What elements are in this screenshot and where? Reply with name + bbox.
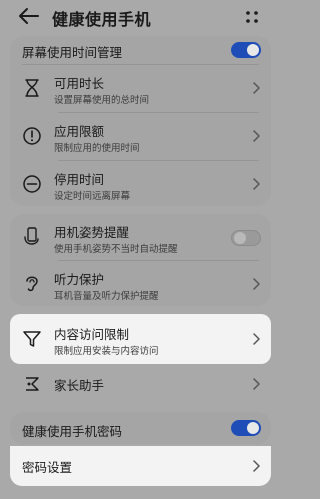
app-limit-desc: 限制应用的使用时间 [54,143,140,154]
chevron-right-icon [253,82,260,94]
hearing-desc: 耳机音量及听力保护提醒 [54,291,159,302]
reminders-card: 用机姿势提醒 使用手机姿势不当时自动提醒 听力保护 耳机音量及听力保护提醒 [10,214,271,306]
chevron-right-icon [253,130,260,142]
phone-hand-icon [24,227,39,245]
hearing-label: 听力保护 [54,272,105,287]
ear-icon [26,276,38,292]
downtime-item[interactable]: 停用时间 设定时间远离屏幕 [10,161,271,206]
content-restriction-label: 内容访问限制 [54,327,130,342]
available-time-label: 可用时长 [54,76,105,91]
chevron-right-icon [253,378,260,390]
filter-icon [23,331,41,347]
password-toggle-card: 健康使用手机密码 [10,412,271,444]
minus-circle-icon [23,175,41,193]
toggle-knob [247,44,259,56]
posture-desc: 使用手机姿势不当时自动提醒 [54,244,178,255]
password-settings-label: 密码设置 [22,460,73,475]
screen-time-toggle[interactable] [231,42,261,58]
posture-toggle[interactable] [231,230,261,246]
parent-assistant-item[interactable]: 家长助手 [10,366,271,402]
downtime-label: 停用时间 [54,172,105,187]
parent-assistant-label: 家长助手 [54,378,105,393]
parent-assistant-icon [26,377,39,391]
chevron-right-icon [253,278,260,290]
content-restriction-card[interactable]: 内容访问限制 限制应用安装与内容访问 [10,314,271,364]
toggle-knob [234,232,246,244]
app-limit-item[interactable]: 应用限额 限制应用的使用时间 [10,113,271,159]
screen-time-card: 屏幕使用时间管理 可用时长 设置屏幕使用的总时间 应用限额 限制应用的使用时间 … [10,36,271,206]
top-bar: 健康使用手机 [0,0,281,34]
chevron-right-icon [253,178,260,190]
posture-label: 用机姿势提醒 [54,225,130,240]
more-dots-icon[interactable] [243,8,261,26]
available-time-desc: 设置屏幕使用的总时间 [54,95,150,106]
chevron-right-icon [253,460,260,472]
available-time-item[interactable]: 可用时长 设置屏幕使用的总时间 [10,65,271,111]
page-title: 健康使用手机 [52,10,152,29]
app-limit-label: 应用限额 [54,124,105,139]
chevron-right-icon [253,333,260,345]
exclamation-circle-icon [23,127,41,145]
posture-reminder-item[interactable]: 用机姿势提醒 使用手机姿势不当时自动提醒 [10,214,271,260]
hourglass-icon [25,79,39,97]
toggle-knob [247,422,259,434]
password-toggle[interactable] [231,420,261,436]
downtime-desc: 设定时间远离屏幕 [54,191,131,202]
screen-time-label: 屏幕使用时间管理 [22,45,123,60]
content-restriction-desc: 限制应用安装与内容访问 [54,346,159,357]
back-arrow-icon[interactable] [18,7,40,25]
screen-time-toggle-row[interactable]: 屏幕使用时间管理 [10,36,271,64]
hearing-protection-item[interactable]: 听力保护 耳机音量及听力保护提醒 [10,261,271,306]
password-toggle-label: 健康使用手机密码 [22,424,123,439]
password-settings-item[interactable]: 密码设置 [10,446,271,486]
